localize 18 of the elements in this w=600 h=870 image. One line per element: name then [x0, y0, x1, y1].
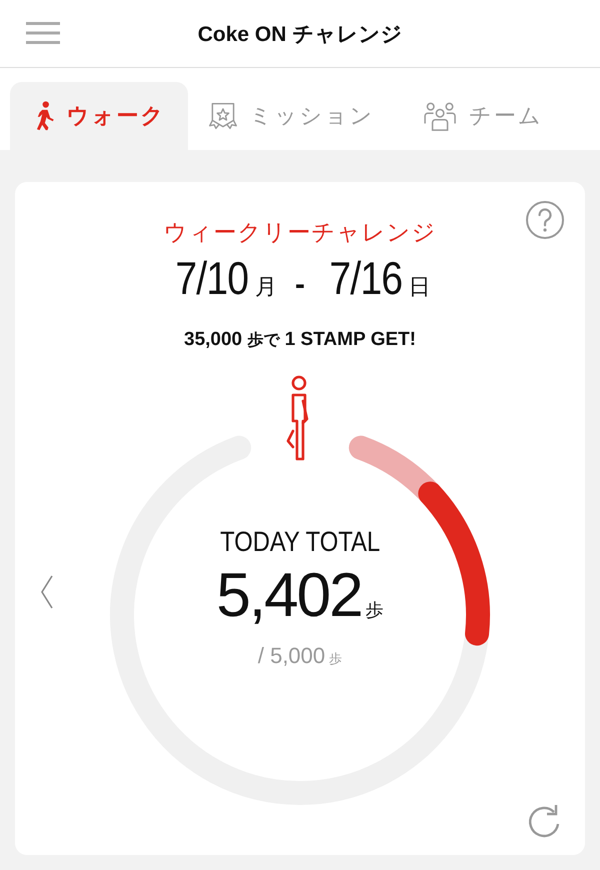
tab[interactable]: ウォーク: [10, 82, 188, 150]
step-count: 5,402: [216, 561, 362, 631]
weekday: 日: [408, 273, 431, 301]
help-icon[interactable]: [525, 200, 565, 240]
weekday: 月: [255, 273, 277, 301]
start-date: 7/10: [176, 252, 249, 304]
badge-star-icon: [208, 101, 238, 131]
challenge-title: ウィークリーチャレンジ: [164, 218, 436, 246]
menu-icon[interactable]: [26, 21, 60, 45]
end-date: 7/16: [329, 252, 402, 304]
step-unit: 歩: [329, 650, 342, 668]
step-target: / 5,000: [258, 643, 326, 669]
screen-title: Coke ON チャレンジ: [198, 22, 402, 48]
today-total-label: TODAY TOTAL: [220, 525, 380, 559]
people-icon: [423, 101, 457, 131]
goal-text: 35,000 歩で 1 STAMP GET!: [184, 329, 416, 350]
step-unit: 歩: [366, 599, 384, 622]
date-separator: -: [295, 267, 305, 303]
